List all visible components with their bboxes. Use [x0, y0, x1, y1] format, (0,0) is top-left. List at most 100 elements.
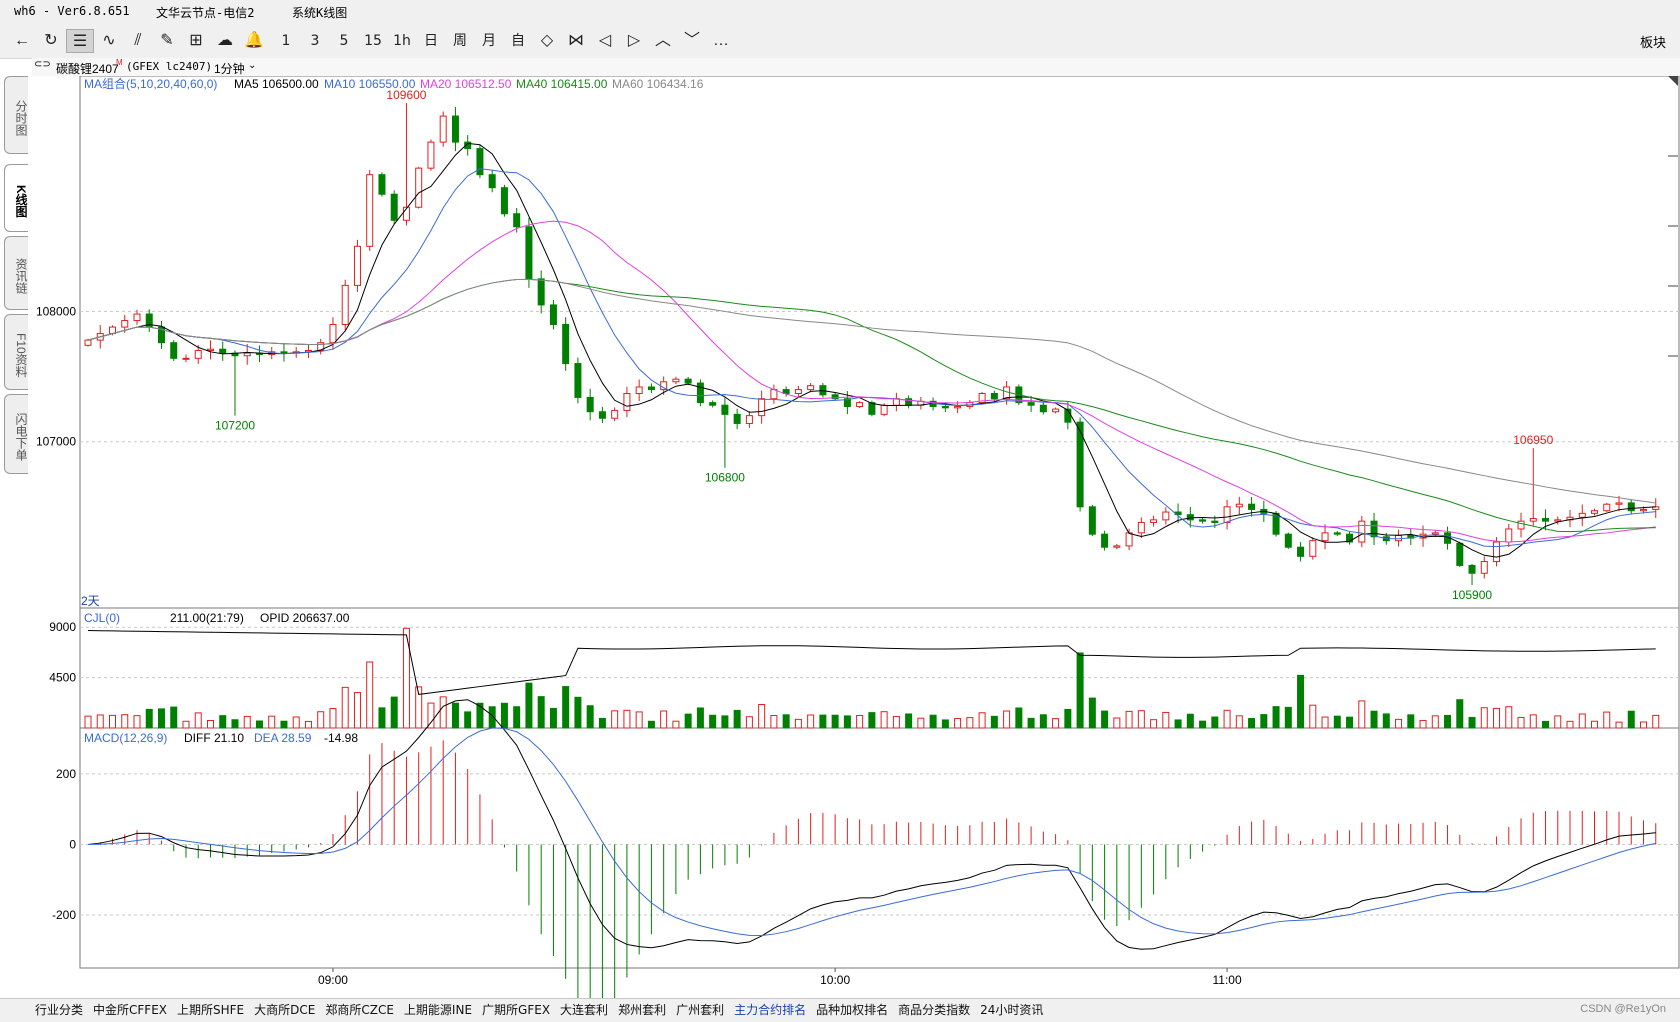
volume-bar: [770, 715, 778, 729]
period-week-button[interactable]: 周: [446, 29, 474, 53]
period-select[interactable]: 1分钟: [214, 60, 245, 77]
volume-bar: [917, 717, 925, 729]
volume-bar: [1529, 714, 1537, 729]
scroll-right-icon[interactable]: ▷: [620, 29, 648, 53]
candle-body: [1493, 541, 1501, 563]
list-icon[interactable]: ☰: [66, 29, 94, 53]
candle-body: [1517, 520, 1525, 530]
zoom-out-icon[interactable]: ◇: [533, 29, 561, 53]
volume-bar: [1395, 718, 1403, 729]
more-icon[interactable]: …: [707, 29, 735, 53]
volume-bar: [182, 720, 190, 729]
volume-bar: [1272, 706, 1280, 729]
candle-body: [856, 402, 864, 408]
volume-bar: [1640, 721, 1648, 729]
period-5-button[interactable]: 5: [330, 29, 358, 53]
candle-body: [794, 389, 802, 394]
collapse-down-icon[interactable]: ﹀: [678, 29, 706, 53]
candle-body: [427, 141, 435, 169]
period-1h-button[interactable]: 1h: [388, 29, 416, 53]
back-arrow-icon[interactable]: ←: [8, 29, 36, 53]
candle-body: [721, 404, 729, 415]
candle-body: [1248, 503, 1256, 510]
candle-icon[interactable]: ⫽: [124, 29, 152, 53]
zoom-in-icon[interactable]: ⋈: [562, 29, 590, 53]
volume-bar: [1101, 710, 1109, 729]
right-scrollbar[interactable]: [1664, 76, 1680, 976]
tab-3[interactable]: F10资料: [4, 314, 28, 390]
volume-bar: [672, 720, 680, 729]
volume-bar: [537, 696, 545, 729]
candle-body: [1113, 545, 1121, 548]
volume-bar: [929, 714, 937, 729]
tab-1[interactable]: K线图: [4, 164, 28, 232]
volume-bar: [733, 709, 741, 729]
period-1-button[interactable]: 1: [272, 29, 300, 53]
calculator-icon[interactable]: ⊞: [182, 29, 210, 53]
candle-body: [390, 193, 398, 221]
opid-line: [87, 630, 1656, 695]
volume-bar: [905, 713, 913, 729]
candle-body: [941, 406, 949, 409]
tab-4[interactable]: 闪电下单: [4, 394, 28, 474]
bottom-tab-1[interactable]: 中金所CFFEX: [88, 999, 172, 1021]
period-month-button[interactable]: 月: [475, 29, 503, 53]
volume-bar: [892, 715, 900, 729]
bell-icon[interactable]: 🔔: [240, 29, 268, 53]
candle-body: [562, 323, 570, 365]
bottom-tab-5[interactable]: 上期能源INE: [399, 999, 477, 1021]
scroll-left-icon[interactable]: ◁: [591, 29, 619, 53]
period-day-button[interactable]: 日: [417, 29, 445, 53]
expand-up-icon[interactable]: ︿: [649, 29, 677, 53]
ma-legend-ma5: MA5 106500.00: [234, 77, 319, 91]
volume-bar: [1517, 716, 1525, 729]
candle-body: [1615, 502, 1623, 505]
bottom-tab-7[interactable]: 大连套利: [555, 999, 613, 1021]
bottom-tab-9[interactable]: 广州套利: [671, 999, 729, 1021]
draw-tool-icon[interactable]: ✎: [153, 29, 181, 53]
volume-bar: [611, 710, 619, 729]
bottom-tab-3[interactable]: 大商所DCE: [249, 999, 320, 1021]
bottom-tab-10[interactable]: 主力合约排名: [729, 999, 811, 1021]
volume-bar: [1321, 716, 1329, 729]
tab-0[interactable]: 分时图: [4, 76, 28, 154]
candle-body: [439, 115, 447, 143]
volume-bar: [170, 706, 178, 729]
cloud-icon[interactable]: ☁: [211, 29, 239, 53]
bottom-tab-0[interactable]: 行业分类: [30, 999, 88, 1021]
bottom-tab-4[interactable]: 郑商所CZCE: [320, 999, 399, 1021]
bottom-tab-8[interactable]: 郑州套利: [613, 999, 671, 1021]
symbol-tag: M: [116, 58, 123, 67]
volume-bar: [1039, 714, 1047, 729]
candle-body: [1052, 408, 1060, 413]
kline-chart[interactable]: 1080001070001096001072001068001069501059…: [32, 76, 1680, 998]
candle-body: [133, 313, 141, 322]
volume-bar: [525, 682, 533, 729]
chevron-down-icon[interactable]: ⌄: [248, 60, 256, 71]
candle-body: [1591, 510, 1599, 514]
tab-2[interactable]: 资讯链: [4, 236, 28, 310]
toolbar: 板块 ← ↻ ☰ ∿ ⫽ ✎ ⊞ ☁ 🔔 1 3 5 15 1h 日周月自 ◇ ⋈ ◁ ▷ ︿ ﹀…: [0, 24, 1680, 59]
macd-legend-macd: -14.98: [324, 731, 358, 745]
period-custom-button[interactable]: 自: [504, 29, 532, 53]
candle-body: [758, 398, 766, 417]
bottom-tab-2[interactable]: 上期所SHFE: [172, 999, 249, 1021]
line-chart-icon[interactable]: ∿: [95, 29, 123, 53]
candle-body: [243, 352, 251, 357]
refresh-icon[interactable]: ↻: [37, 29, 65, 53]
sector-panel-button[interactable]: 板块: [1640, 32, 1666, 51]
bottom-tab-6[interactable]: 广期所GFEX: [477, 999, 555, 1021]
period-3-button[interactable]: 3: [301, 29, 329, 53]
candle-body: [807, 385, 815, 391]
bottom-tab-11[interactable]: 品种加权排名: [811, 999, 893, 1021]
bottom-tab-12[interactable]: 商品分类指数: [893, 999, 975, 1021]
period-15-button[interactable]: 15: [359, 29, 387, 53]
volume-bar: [843, 715, 851, 729]
candle-body: [868, 402, 876, 415]
volume-bar: [1113, 717, 1121, 729]
menu-kline[interactable]: 系统K线图: [292, 4, 347, 21]
time-axis-label: 11:00: [1212, 973, 1241, 987]
bottom-tab-13[interactable]: 24小时资讯: [975, 999, 1048, 1021]
candle-body: [611, 409, 619, 419]
node-label[interactable]: 文华云节点-电信2: [156, 4, 254, 21]
